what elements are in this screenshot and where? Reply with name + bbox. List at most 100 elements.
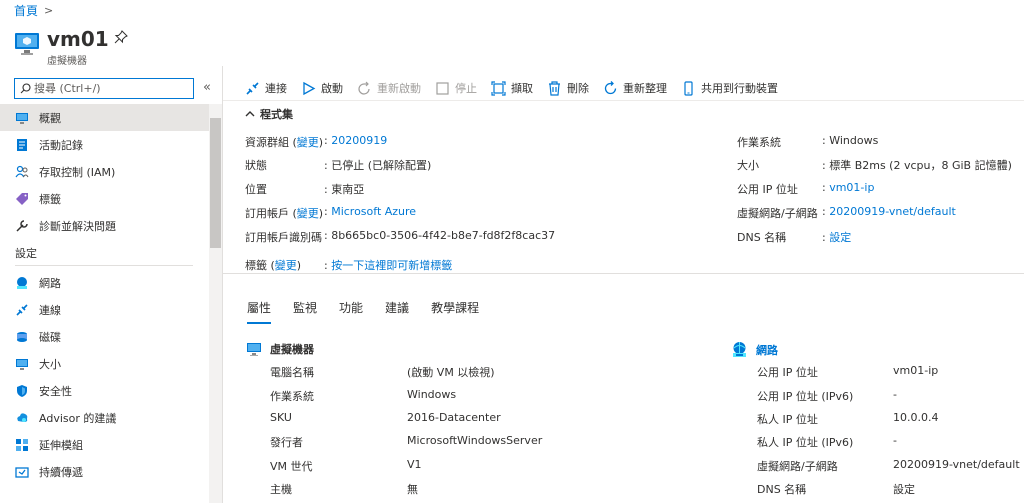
- tab-tutorials[interactable]: 教學課程: [431, 299, 479, 324]
- tab-monitoring[interactable]: 監視: [293, 299, 317, 324]
- sidebar-item-continuous-delivery[interactable]: 持續傳遞: [0, 458, 209, 485]
- vm-section-title: 虛擬機器: [270, 343, 314, 356]
- sidebar-item-iam[interactable]: 存取控制 (IAM): [0, 158, 209, 185]
- search-box[interactable]: [14, 78, 194, 99]
- essentials-value-location: : 東南亞: [324, 183, 365, 196]
- essentials-key-dns: DNS 名稱: [737, 231, 787, 244]
- essentials-key-subscription-id: 訂用帳戶識別碼: [245, 231, 322, 244]
- sidebar-item-activity-log[interactable]: 活動記錄: [0, 131, 209, 158]
- essentials-value-tags: : 按一下這裡即可新增標籤: [324, 259, 453, 272]
- start-button[interactable]: 啟動: [301, 80, 343, 96]
- essentials-value-subscription-id: : 8b665bc0-3506-4f42-b8e7-fd8f2f8cac37: [324, 229, 556, 242]
- restart-button[interactable]: 重新啟動: [357, 80, 421, 96]
- tab-properties[interactable]: 屬性: [247, 299, 272, 324]
- sidebar-item-connect[interactable]: 連線: [0, 296, 209, 323]
- add-tags-link[interactable]: 按一下這裡即可新增標籤: [331, 259, 452, 272]
- change-subscription-link[interactable]: 變更: [297, 207, 319, 220]
- sidebar-scrollbar-thumb[interactable]: [210, 118, 221, 248]
- sidebar-section-settings: 設定: [15, 247, 37, 260]
- collapse-sidebar-icon[interactable]: «: [203, 80, 211, 95]
- sidebar-item-extensions[interactable]: 延伸模組: [0, 431, 209, 458]
- connect-button[interactable]: 連接: [245, 80, 287, 96]
- vm-prop-value: (啟動 VM 以檢視): [407, 366, 495, 379]
- essentials-key-size: 大小: [737, 159, 759, 172]
- sidebar-item-label: 存取控制 (IAM): [39, 165, 116, 179]
- breadcrumb: 首頁 >: [14, 2, 53, 19]
- play-icon: [303, 81, 316, 95]
- pin-icon[interactable]: [114, 30, 128, 44]
- sidebar-item-security[interactable]: 安全性: [0, 377, 209, 404]
- sidebar-item-advisor[interactable]: Advisor 的建議: [0, 404, 209, 431]
- network-vnet-link[interactable]: 20200919-vnet/default: [893, 458, 1020, 471]
- refresh-icon: [604, 80, 617, 94]
- sidebar-item-networking[interactable]: 網路: [0, 269, 209, 296]
- refresh-button[interactable]: 重新整理: [603, 80, 667, 96]
- chevron-up-icon: [245, 111, 255, 117]
- network-prop-key: 公用 IP 位址: [757, 366, 818, 379]
- sidebar-item-label: 標籤: [39, 192, 61, 206]
- essentials-value-os: : Windows: [822, 134, 879, 147]
- sidebar-item-overview[interactable]: 概觀: [0, 104, 209, 131]
- dns-config-link[interactable]: 設定: [829, 231, 851, 244]
- start-label: 啟動: [321, 82, 343, 95]
- sidebar-item-diagnose[interactable]: 診斷並解決問題: [0, 212, 209, 239]
- extensions-icon: [16, 438, 28, 451]
- vm-prop-key: VM 世代: [270, 460, 313, 473]
- capture-button[interactable]: 擷取: [491, 80, 533, 96]
- people-icon: [15, 165, 29, 177]
- essentials-key-public-ip: 公用 IP 位址: [737, 183, 798, 196]
- subscription-link[interactable]: Microsoft Azure: [331, 205, 416, 218]
- restart-label: 重新啟動: [377, 82, 421, 95]
- vm-prop-value: MicrosoftWindowsServer: [407, 434, 543, 447]
- network-section-link[interactable]: 網路: [756, 342, 778, 358]
- sidebar-item-size[interactable]: 大小: [0, 350, 209, 377]
- activity-log-icon: [17, 138, 27, 151]
- essentials-key-location: 位置: [245, 183, 267, 196]
- chevron-right-icon: >: [44, 4, 54, 17]
- network-prop-value: -: [893, 388, 897, 401]
- host-link[interactable]: 無: [407, 481, 418, 497]
- network-icon: [17, 276, 27, 289]
- virtual-machine-icon: [15, 33, 39, 55]
- essentials-value-status: : 已停止 (已解除配置): [324, 159, 432, 172]
- public-ip-link[interactable]: vm01-ip: [829, 181, 874, 194]
- stop-button[interactable]: 停止: [435, 80, 477, 96]
- vm-prop-value: V1: [407, 458, 422, 471]
- delete-label: 刪除: [567, 82, 589, 95]
- essentials-divider: [223, 273, 1024, 274]
- size-icon: [16, 358, 28, 370]
- network-dns-link[interactable]: 設定: [893, 481, 915, 497]
- vm-prop-key: 發行者: [270, 436, 303, 449]
- share-label: 共用到行動裝置: [701, 82, 778, 95]
- delete-button[interactable]: 刪除: [547, 80, 589, 96]
- vm-prop-key: SKU: [270, 411, 292, 424]
- tab-bar: 屬性 監視 功能 建議 教學課程: [247, 299, 479, 324]
- essentials-toggle[interactable]: 程式集: [245, 106, 293, 122]
- breadcrumb-home-link[interactable]: 首頁: [14, 2, 38, 19]
- essentials-key-tags: 標籤 (變更): [245, 259, 302, 272]
- network-prop-key: DNS 名稱: [757, 483, 807, 496]
- essentials-value-dns: : 設定: [822, 231, 852, 244]
- change-resource-group-link[interactable]: 變更: [297, 136, 319, 149]
- sidebar-border: [222, 66, 223, 503]
- sidebar-item-label: 持續傳遞: [39, 465, 83, 479]
- tab-recommendations[interactable]: 建議: [385, 299, 409, 324]
- network-public-ip-link[interactable]: vm01-ip: [893, 364, 938, 377]
- change-tags-link[interactable]: 變更: [275, 259, 297, 272]
- continuous-delivery-icon: [15, 466, 29, 478]
- tab-capabilities[interactable]: 功能: [339, 299, 363, 324]
- resource-group-link[interactable]: 20200919: [331, 134, 387, 147]
- search-input[interactable]: [34, 82, 184, 95]
- sidebar-item-label: 活動記錄: [39, 138, 83, 152]
- vm-prop-key: 主機: [270, 483, 292, 496]
- essentials-value-size: : 標準 B2ms (2 vcpu，8 GiB 記憶體): [822, 159, 1012, 172]
- sidebar-item-disks[interactable]: 磁碟: [0, 323, 209, 350]
- network-prop-key: 公用 IP 位址 (IPv6): [757, 390, 854, 403]
- vnet-link[interactable]: 20200919-vnet/default: [829, 205, 956, 218]
- toolbar-divider: [223, 100, 1024, 101]
- sidebar-item-tags[interactable]: 標籤: [0, 185, 209, 212]
- connect-icon: [246, 81, 259, 95]
- essentials-title: 程式集: [260, 108, 293, 121]
- network-section-header: 網路: [731, 341, 778, 358]
- share-to-mobile-button[interactable]: 共用到行動裝置: [681, 80, 778, 96]
